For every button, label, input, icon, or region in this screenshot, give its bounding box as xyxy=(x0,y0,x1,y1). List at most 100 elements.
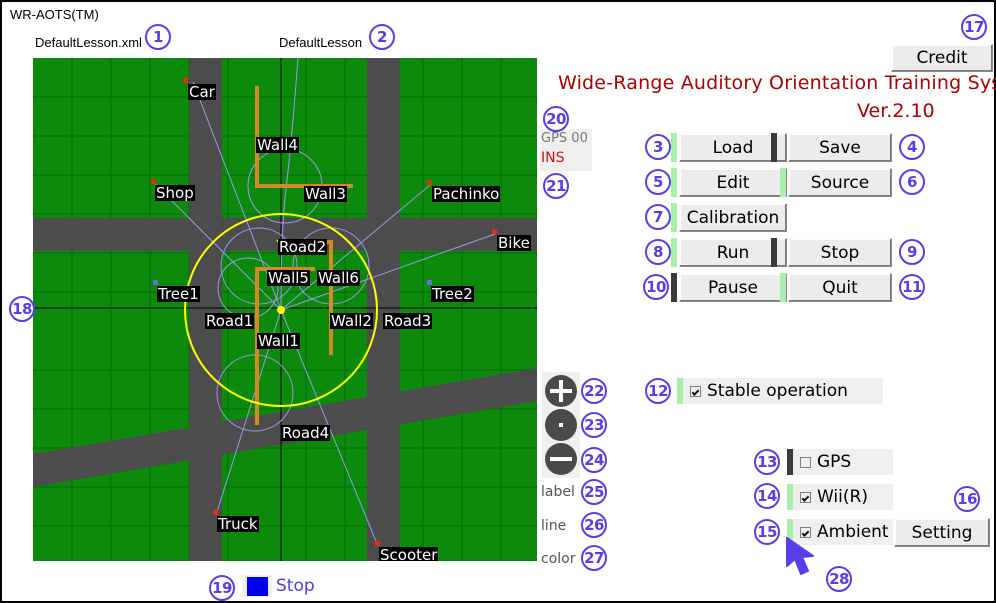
zoom-in-button[interactable] xyxy=(545,375,577,407)
callout-5: 5 xyxy=(645,169,671,195)
map-label-truck[interactable]: Truck xyxy=(217,516,259,532)
lesson-display-name: DefaultLesson xyxy=(279,35,363,50)
map-label-wall6[interactable]: Wall6 xyxy=(317,270,360,286)
map-label-wall1[interactable]: Wall1 xyxy=(257,333,300,349)
zoom-reset-icon xyxy=(559,423,563,427)
line-toggle[interactable]: line xyxy=(541,518,566,534)
edit-state-bar xyxy=(671,168,677,197)
map-label-tree1[interactable]: Tree1 xyxy=(157,286,200,302)
checkbox-empty-icon[interactable] xyxy=(800,456,811,468)
wii-label: Wii(R) xyxy=(817,487,868,507)
gps-status-text: GPS 00 xyxy=(541,131,588,146)
map-label-pachinko[interactable]: Pachinko xyxy=(432,186,501,202)
zoom-reset-button[interactable] xyxy=(545,409,577,441)
ambient-label: Ambient xyxy=(817,522,889,542)
callout-28: 28 xyxy=(826,566,852,592)
color-toggle[interactable]: color xyxy=(541,551,575,567)
callout-24: 24 xyxy=(581,447,607,473)
ins-status-text: INS xyxy=(541,150,565,166)
callout-13: 13 xyxy=(754,449,780,475)
gps-label: GPS xyxy=(817,452,852,472)
quit-button[interactable]: Quit xyxy=(788,273,892,302)
pause-state-bar xyxy=(671,273,677,302)
callout-16: 16 xyxy=(954,486,980,512)
view-control-strip xyxy=(542,372,580,478)
zoom-out-icon xyxy=(550,457,572,461)
app-title: WR-AOTS(TM) xyxy=(10,7,99,22)
stop-state-bar xyxy=(771,238,777,267)
quit-state-bar xyxy=(780,273,786,302)
callout-11: 11 xyxy=(899,274,925,300)
lesson-file-name: DefaultLesson.xml xyxy=(35,35,142,50)
callout-19: 19 xyxy=(209,575,235,601)
callout-4: 4 xyxy=(899,134,925,160)
callout-2: 2 xyxy=(369,24,395,50)
map-label-wall2[interactable]: Wall2 xyxy=(330,313,373,329)
calibration-button[interactable]: Calibration xyxy=(679,203,787,232)
callout-21: 21 xyxy=(543,173,569,199)
wii-checkbox-row[interactable]: Wii(R) xyxy=(793,484,893,510)
edit-button[interactable]: Edit xyxy=(679,168,787,197)
callout-10: 10 xyxy=(643,274,669,300)
callout-25: 25 xyxy=(581,479,607,505)
map-label-wall4[interactable]: Wall4 xyxy=(256,137,299,153)
state-label: Stop xyxy=(276,576,315,596)
callout-20: 20 xyxy=(543,106,569,132)
map-label-car[interactable]: Car xyxy=(188,84,216,100)
map-marker xyxy=(492,229,497,234)
version-text: Ver.2.10 xyxy=(857,100,935,122)
app-window: WR-AOTS(TM) DefaultLesson.xml DefaultLes… xyxy=(0,0,996,603)
stable-operation-label: Stable operation xyxy=(707,381,848,401)
map-label-bike[interactable]: Bike xyxy=(497,235,531,251)
callout-1: 1 xyxy=(145,24,171,50)
callout-23: 23 xyxy=(581,412,607,438)
callout-8: 8 xyxy=(645,239,671,265)
state-color-swatch xyxy=(242,575,272,597)
stable-operation-checkbox-row[interactable]: Stable operation xyxy=(683,378,883,404)
source-state-bar xyxy=(780,168,786,197)
callout-26: 26 xyxy=(581,512,607,538)
callout-14: 14 xyxy=(754,483,780,509)
map-label-road2[interactable]: Road2 xyxy=(278,239,328,255)
map-label-scooter[interactable]: Scooter xyxy=(379,547,439,561)
map-canvas xyxy=(33,58,537,561)
save-button[interactable]: Save xyxy=(788,133,892,162)
zoom-out-button[interactable] xyxy=(545,443,577,475)
callout-9: 9 xyxy=(899,239,925,265)
gps-checkbox-row[interactable]: GPS xyxy=(793,449,893,475)
callout-12: 12 xyxy=(645,378,671,404)
credit-button[interactable]: Credit xyxy=(891,44,993,72)
map-label-wall3[interactable]: Wall3 xyxy=(304,186,347,202)
callout-3: 3 xyxy=(645,134,671,160)
stop-button[interactable]: Stop xyxy=(788,238,892,267)
map-view[interactable]: Car Wall4 Shop Wall3 Pachinko Bike Road2… xyxy=(33,58,537,561)
callout-22: 22 xyxy=(581,378,607,404)
map-axes xyxy=(33,58,537,561)
check-icon[interactable] xyxy=(800,491,811,503)
pause-button[interactable]: Pause xyxy=(679,273,787,302)
map-label-road3[interactable]: Road3 xyxy=(383,313,433,329)
callout-7: 7 xyxy=(645,204,671,230)
map-grid xyxy=(33,58,537,561)
callout-18: 18 xyxy=(9,296,35,322)
calibration-state-bar xyxy=(671,203,677,232)
run-state-bar xyxy=(671,238,677,267)
map-label-road4[interactable]: Road4 xyxy=(281,425,331,441)
label-toggle[interactable]: label xyxy=(541,484,575,500)
check-icon[interactable] xyxy=(690,385,701,397)
callout-15: 15 xyxy=(754,519,780,545)
load-state-bar xyxy=(671,133,677,162)
status-panel: GPS 00 INS xyxy=(540,129,592,171)
map-roads xyxy=(33,58,537,561)
callout-17: 17 xyxy=(961,14,987,40)
map-marker xyxy=(427,180,432,185)
mouse-cursor-icon xyxy=(786,537,814,575)
map-label-shop[interactable]: Shop xyxy=(155,185,195,201)
map-label-wall5[interactable]: Wall5 xyxy=(267,270,310,286)
map-label-tree2[interactable]: Tree2 xyxy=(431,286,474,302)
setting-button[interactable]: Setting xyxy=(894,518,990,547)
map-label-road1[interactable]: Road1 xyxy=(205,313,255,329)
save-state-bar xyxy=(771,133,777,162)
source-button[interactable]: Source xyxy=(788,168,892,197)
callout-6: 6 xyxy=(899,169,925,195)
